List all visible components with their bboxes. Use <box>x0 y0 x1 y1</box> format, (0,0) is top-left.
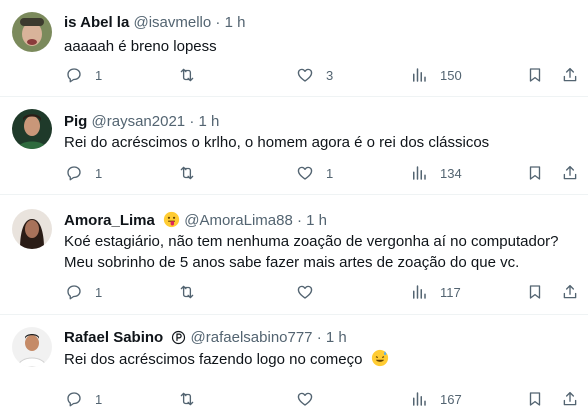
reply-count: 1 <box>95 391 103 407</box>
share-button[interactable] <box>561 66 579 84</box>
share-button[interactable] <box>561 283 579 301</box>
tweet[interactable]: Amora_Lima @AmoraLima88 · 1 h Koé estagi… <box>0 195 588 315</box>
reply-icon <box>67 68 81 83</box>
views-count: 150 <box>440 67 462 83</box>
avatar[interactable] <box>12 12 52 52</box>
timestamp[interactable]: 1 h <box>225 14 246 31</box>
heart-icon <box>297 68 313 82</box>
reply-count: 1 <box>95 67 103 83</box>
reply-button[interactable]: 1 <box>65 66 102 84</box>
retweet-button[interactable] <box>178 66 208 84</box>
reply-button[interactable]: 1 <box>65 390 102 408</box>
views-icon <box>413 68 426 82</box>
separator-dot: · <box>316 329 322 346</box>
views-icon <box>413 392 426 406</box>
tweet-text-container: Rei dos acréscimos fazendo logo no começ… <box>64 349 572 373</box>
display-name[interactable]: Amora_Lima <box>64 212 155 229</box>
like-button[interactable] <box>296 283 326 301</box>
tweet[interactable]: Rafael Sabino @rafaelsabino777 · 1 h Rei… <box>0 315 588 412</box>
bookmark-button[interactable] <box>526 164 544 182</box>
views-button[interactable]: 134 <box>410 164 462 182</box>
heart-icon <box>297 285 313 299</box>
display-name[interactable]: Pig <box>64 113 87 130</box>
user-handle[interactable]: @AmoraLima88 <box>184 212 293 229</box>
bookmark-icon <box>529 166 541 180</box>
reply-icon <box>67 285 81 300</box>
user-handle[interactable]: @raysan2021 <box>92 113 186 130</box>
reply-count: 1 <box>95 284 103 300</box>
user-handle[interactable]: @isavmello <box>133 14 211 31</box>
tweet-text: Rei do acréscimos o krlho, o homem agora… <box>64 134 490 151</box>
timestamp[interactable]: 1 h <box>326 329 347 346</box>
like-button[interactable]: 1 <box>296 164 333 182</box>
share-button[interactable] <box>561 164 579 182</box>
views-button[interactable]: 117 <box>410 283 461 301</box>
retweet-icon <box>180 166 194 180</box>
share-icon <box>563 391 577 406</box>
retweet-button[interactable] <box>178 164 208 182</box>
views-count: 167 <box>440 391 462 407</box>
bookmark-icon <box>529 285 541 299</box>
retweet-icon <box>180 392 194 406</box>
bookmark-icon <box>529 392 541 406</box>
timestamp[interactable]: 1 h <box>306 212 327 229</box>
tongue-face-emoji-icon <box>163 211 180 233</box>
tweet[interactable]: Pig @raysan2021 · 1 h Rei do acréscimos … <box>0 97 588 195</box>
avatar[interactable] <box>12 327 52 367</box>
views-button[interactable]: 167 <box>410 390 462 408</box>
heart-icon <box>297 166 313 180</box>
share-button[interactable] <box>561 390 579 408</box>
separator-dot: · <box>297 212 302 229</box>
reply-icon <box>67 166 81 181</box>
retweet-button[interactable] <box>178 283 208 301</box>
like-button[interactable] <box>296 390 326 408</box>
tweet-text: aaaaah é breno lopess <box>64 38 217 55</box>
bookmark-icon <box>529 68 541 82</box>
bookmark-button[interactable] <box>526 390 544 408</box>
retweet-button[interactable] <box>178 390 208 408</box>
tweet-text: Rei dos acréscimos fazendo logo no começ… <box>64 351 363 368</box>
like-count: 1 <box>326 165 334 181</box>
share-icon <box>563 165 577 180</box>
reply-icon <box>67 392 81 407</box>
bookmark-button[interactable] <box>526 66 544 84</box>
retweet-icon <box>180 68 194 82</box>
tweet[interactable]: is Abel la @isavmello · 1 h aaaaah é bre… <box>0 0 588 97</box>
like-button[interactable]: 3 <box>296 66 333 84</box>
reply-button[interactable]: 1 <box>65 283 102 301</box>
user-handle[interactable]: @rafaelsabino777 <box>191 329 313 346</box>
retweet-icon <box>180 285 194 299</box>
registered-p-icon <box>171 330 186 350</box>
reply-count: 1 <box>95 165 103 181</box>
timestamp[interactable]: 1 h <box>198 113 219 130</box>
like-count: 3 <box>326 67 334 83</box>
views-count: 134 <box>440 165 462 181</box>
tweet-text: Koé estagiário, não tem nenhuma zoação d… <box>64 233 559 271</box>
views-button[interactable]: 150 <box>410 66 462 84</box>
share-icon <box>563 67 577 82</box>
separator-dot: · <box>189 113 195 130</box>
bookmark-button[interactable] <box>526 283 544 301</box>
avatar[interactable] <box>12 109 52 149</box>
views-icon <box>413 285 426 299</box>
heart-icon <box>297 392 313 406</box>
avatar[interactable] <box>12 209 52 249</box>
display-name[interactable]: is Abel la <box>64 14 129 31</box>
views-count: 117 <box>440 284 461 300</box>
sweat-smile-emoji-icon <box>371 349 389 373</box>
separator-dot: · <box>215 14 221 31</box>
share-icon <box>563 284 577 299</box>
views-icon <box>413 166 426 180</box>
reply-button[interactable]: 1 <box>65 164 102 182</box>
display-name[interactable]: Rafael Sabino <box>64 329 163 346</box>
